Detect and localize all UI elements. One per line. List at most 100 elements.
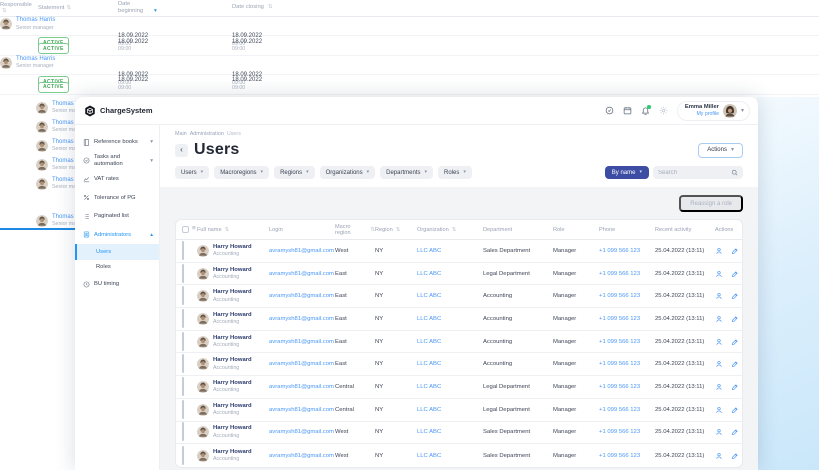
calendar-icon[interactable] <box>623 106 632 115</box>
login-link[interactable]: avramysh81@gmail.com <box>269 293 335 299</box>
edit-pencil-icon[interactable] <box>731 360 739 368</box>
phone-link[interactable]: +1 099 566 123 <box>599 339 655 345</box>
sort-icon[interactable]: ⇅ <box>2 8 7 14</box>
sort-icon[interactable]: ⇅ <box>396 227 401 233</box>
login-link[interactable]: avramysh81@gmail.com <box>269 248 335 254</box>
sort-icon[interactable]: ⇅ <box>225 227 230 233</box>
column-header[interactable]: Actions <box>715 227 742 233</box>
phone-link[interactable]: +1 099 566 123 <box>599 271 655 277</box>
filter-dropdown[interactable]: Departments▾ <box>380 166 433 179</box>
responsible-person[interactable]: Thomas Harris Senior manager <box>0 56 118 70</box>
organization-link[interactable]: LLC ABC <box>417 384 483 390</box>
edit-pencil-icon[interactable] <box>731 428 739 436</box>
user-profile-action-icon[interactable] <box>715 383 723 391</box>
login-link[interactable]: avramysh81@gmail.com <box>269 429 335 435</box>
login-link[interactable]: avramysh81@gmail.com <box>269 316 335 322</box>
row-checkbox[interactable] <box>182 377 184 396</box>
organization-link[interactable]: LLC ABC <box>417 407 483 413</box>
sidebar-item[interactable]: Tolerance of PG <box>75 189 159 208</box>
filter-dropdown[interactable]: Users▾ <box>175 166 209 179</box>
table-row[interactable]: Harry Howard Accounting avramysh81@gmail… <box>176 263 742 286</box>
table-row[interactable]: Harry Howard Accounting avramysh81@gmail… <box>176 399 742 422</box>
organization-link[interactable]: LLC ABC <box>417 271 483 277</box>
table-row[interactable]: Harry Howard Accounting avramysh81@gmail… <box>176 285 742 308</box>
row-checkbox[interactable] <box>182 332 184 351</box>
responsible-person[interactable]: Thomas Harris Senior manager <box>0 17 118 31</box>
organization-link[interactable]: LLC ABC <box>417 453 483 459</box>
phone-link[interactable]: +1 099 566 123 <box>599 384 655 390</box>
user-name[interactable]: Harry Howard <box>213 312 252 319</box>
search-input[interactable] <box>658 170 731 176</box>
column-header[interactable]: Organization⇅ <box>417 227 483 233</box>
user-profile-action-icon[interactable] <box>715 338 723 346</box>
column-header[interactable]: Region⇅ <box>375 227 417 233</box>
background-person-row[interactable]: Thomas Harris Senior manager <box>36 155 76 174</box>
row-checkbox[interactable] <box>182 264 184 283</box>
edit-pencil-icon[interactable] <box>731 338 739 346</box>
background-person-row[interactable]: Thomas Harris Senior manager <box>36 136 76 155</box>
user-profile-action-icon[interactable] <box>715 315 723 323</box>
background-column-header[interactable]: Statement⇅ <box>38 5 118 11</box>
column-header[interactable]: Macro region⇅ <box>335 224 375 236</box>
column-header[interactable]: Role <box>553 227 599 233</box>
sidebar-item[interactable]: VAT rates <box>75 170 159 189</box>
tasks-check-icon[interactable] <box>605 106 614 115</box>
sidebar-item[interactable]: Roles <box>75 260 159 276</box>
sidebar-item[interactable]: Tasks and automation ▾ <box>75 152 159 171</box>
user-profile-action-icon[interactable] <box>715 406 723 414</box>
background-column-header[interactable]: Date closing⇅ <box>232 4 345 11</box>
filter-dropdown[interactable]: Organizations▾ <box>320 166 376 179</box>
responsible-name[interactable]: Thomas Harris <box>16 17 55 25</box>
login-link[interactable]: avramysh81@gmail.com <box>269 407 335 413</box>
sort-icon[interactable]: ⇅ <box>66 5 71 11</box>
phone-link[interactable]: +1 099 566 123 <box>599 293 655 299</box>
user-name[interactable]: Harry Howard <box>213 289 252 296</box>
edit-pencil-icon[interactable] <box>731 292 739 300</box>
organization-link[interactable]: LLC ABC <box>417 361 483 367</box>
sidebar-item[interactable]: Administrators ▴ <box>75 226 159 245</box>
responsible-name[interactable]: Thomas Harris <box>16 56 55 64</box>
edit-pencil-icon[interactable] <box>731 270 739 278</box>
user-profile-action-icon[interactable] <box>715 428 723 436</box>
background-table-row[interactable]: Thomas Harris Senior manager ACTIVE 18.0… <box>0 17 819 36</box>
edit-pencil-icon[interactable] <box>731 452 739 460</box>
user-name[interactable]: Harry Howard <box>213 449 252 456</box>
background-person-row[interactable]: Thomas Harris Senior manager <box>36 174 76 193</box>
sidebar-item[interactable]: Paginated list <box>75 207 159 226</box>
back-button[interactable]: ‹ <box>175 144 188 157</box>
sidebar-item[interactable]: BU timing <box>75 275 159 294</box>
user-name[interactable]: Harry Howard <box>213 380 252 387</box>
gear-icon[interactable] <box>659 106 668 115</box>
user-profile-action-icon[interactable] <box>715 247 723 255</box>
table-row[interactable]: Harry Howard Accounting avramysh81@gmail… <box>176 353 742 376</box>
background-table-row[interactable]: Thomas Harris Senior manager ACTIVE 18.0… <box>0 56 819 75</box>
edit-pencil-icon[interactable] <box>731 383 739 391</box>
login-link[interactable]: avramysh81@gmail.com <box>269 271 335 277</box>
login-link[interactable]: avramysh81@gmail.com <box>269 453 335 459</box>
sort-icon[interactable]: ⇅ <box>268 4 273 10</box>
table-row[interactable]: Harry Howard Accounting avramysh81@gmail… <box>176 308 742 331</box>
login-link[interactable]: avramysh81@gmail.com <box>269 339 335 345</box>
column-header[interactable]: Department <box>483 227 553 233</box>
sort-icon[interactable]: ⇅ <box>452 227 457 233</box>
sort-desc-icon[interactable]: ▾ <box>154 8 157 14</box>
actions-button[interactable]: Actions▾ <box>698 143 743 158</box>
edit-pencil-icon[interactable] <box>731 315 739 323</box>
background-table-row[interactable]: ACTIVE 18.09.2022 09:00 18.09.2022 09:00 <box>0 36 819 55</box>
sidebar-item[interactable]: Users <box>75 244 159 260</box>
edit-pencil-icon[interactable] <box>731 247 739 255</box>
column-header[interactable]: Phone <box>599 227 655 233</box>
background-column-header[interactable]: Date beginning▾ <box>118 1 232 15</box>
phone-link[interactable]: +1 099 566 123 <box>599 248 655 254</box>
user-profile-action-icon[interactable] <box>715 452 723 460</box>
organization-link[interactable]: LLC ABC <box>417 316 483 322</box>
organization-link[interactable]: LLC ABC <box>417 248 483 254</box>
table-row[interactable]: Harry Howard Accounting avramysh81@gmail… <box>176 240 742 263</box>
filter-dropdown[interactable]: Regions▾ <box>274 166 315 179</box>
filter-dropdown[interactable]: Roles▾ <box>438 166 472 179</box>
table-row[interactable]: Harry Howard Accounting avramysh81@gmail… <box>176 444 742 467</box>
brand[interactable]: ChargeSystem <box>84 105 153 117</box>
sidebar-item[interactable]: Reference books ▾ <box>75 133 159 152</box>
search-by-dropdown[interactable]: By name▾ <box>605 166 649 179</box>
user-name[interactable]: Harry Howard <box>213 403 252 410</box>
